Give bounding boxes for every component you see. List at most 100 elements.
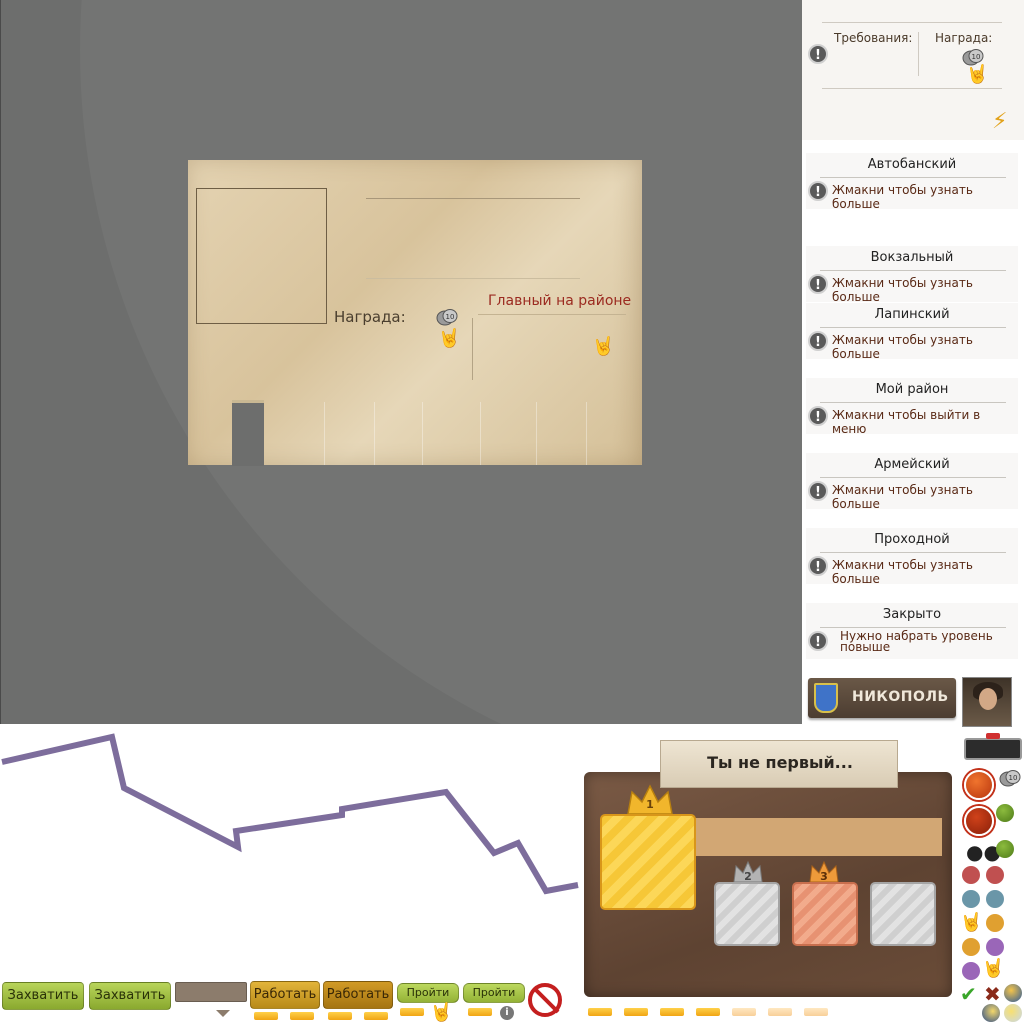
district-item-vokzalniy[interactable]: Вокзальный ! Жмакни чтобы узнать больше: [806, 246, 1018, 304]
first-place-tile: [600, 814, 696, 910]
district-item-lapinskiy[interactable]: Лапинский ! Жмакни чтобы узнать больше: [806, 303, 1018, 361]
district-item-closed[interactable]: Закрыто ! Нужно набрать уровень повыше: [806, 603, 1018, 659]
coin-icon: 10: [436, 309, 458, 326]
cross-icon: ✖: [984, 982, 1001, 1006]
progress-segment: [468, 1008, 492, 1016]
forbidden-icon: [528, 983, 562, 1017]
extra-place-tile: [870, 882, 936, 946]
orange-dot-icon: [962, 938, 980, 956]
info-icon[interactable]: i: [500, 1006, 514, 1020]
district-name: Вокзальный: [870, 250, 954, 265]
city-name: НИКОПОЛЬ: [852, 689, 949, 705]
progress-segment: [624, 1008, 648, 1016]
torn-tab-hole: [232, 400, 264, 466]
podium-title-plate: Ты не первый...: [660, 740, 898, 788]
purple-dot-icon: [986, 938, 1004, 956]
work-button[interactable]: Работать: [250, 981, 320, 1009]
progress-segment: [588, 1008, 612, 1016]
district-item-moy-rayon[interactable]: Мой район ! Жмакни чтобы выйти в меню: [806, 378, 1018, 436]
pass-button-hover[interactable]: Пройти: [463, 983, 525, 1003]
district-desc: Жмакни чтобы узнать больше: [832, 276, 973, 304]
svg-text:10: 10: [446, 313, 455, 321]
district-desc: Жмакни чтобы узнать больше: [832, 183, 973, 211]
exclamation-icon: !: [808, 556, 828, 576]
district-notice-paper: Награда: 10 🤘 Главный на районе 🤘: [188, 160, 642, 466]
requirements-panel: Требования: Награда: ! 10 🤘 ⚡: [802, 0, 1024, 140]
blue-dot-icon: [962, 890, 980, 908]
district-name: Закрыто: [882, 607, 942, 622]
title-line: [366, 198, 580, 199]
exclamation-icon: !: [808, 274, 828, 294]
speech-bubble-graphic: [175, 982, 247, 1017]
podium-title: Ты не первый...: [707, 753, 853, 772]
city-crest-icon: [814, 683, 838, 713]
city-name-plate[interactable]: НИКОПОЛЬ: [808, 678, 956, 718]
progress-segment: [804, 1008, 828, 1016]
district-desc: Жмакни чтобы узнать больше: [832, 333, 973, 361]
progress-segment: [660, 1008, 684, 1016]
progress-segment: [732, 1008, 756, 1016]
sun-icon: [1004, 1004, 1022, 1022]
reward-label: Награда:: [334, 308, 406, 326]
capture-button-hover[interactable]: Захватить: [89, 982, 171, 1010]
day-night-icon: [1004, 984, 1022, 1002]
district-desc: Нужно набрать уровень повыше: [840, 629, 993, 654]
exclamation-icon: !: [808, 631, 828, 651]
third-place-tile: [792, 882, 858, 946]
district-name: Армейский: [874, 457, 950, 472]
check-icon: ✔: [960, 982, 977, 1006]
exclamation-icon: !: [808, 406, 828, 426]
player-name-strip: [694, 818, 942, 856]
progress-segment: [768, 1008, 792, 1016]
second-place-tile: [714, 882, 780, 946]
rock-hand-icon: 🤘: [960, 912, 983, 933]
rock-hand-icon: 🤘: [430, 1002, 453, 1023]
district-name: Лапинский: [874, 307, 950, 322]
requirements-label: Требования:: [834, 31, 913, 45]
dark-button-graphic: [964, 738, 1022, 760]
photo-frame: [196, 188, 327, 324]
blue-dot-icon: [986, 890, 1004, 908]
district-item-avtobanskiy[interactable]: Автобанский ! Жмакни чтобы узнать больше: [806, 153, 1018, 211]
district-name: Автобанский: [867, 157, 957, 172]
district-item-armeyskiy[interactable]: Армейский ! Жмакни чтобы узнать больше: [806, 453, 1018, 511]
red-dot-icon: [962, 866, 980, 884]
coin-icon: 10: [999, 770, 1021, 787]
orange-dot-icon: [986, 914, 1004, 932]
bolt-icon: ⚡: [992, 109, 1008, 134]
rock-hand-icon: 🤘: [982, 958, 1005, 979]
progress-segment: [328, 1012, 352, 1020]
district-name: Проходной: [874, 532, 950, 547]
district-desc: Жмакни чтобы узнать больше: [832, 483, 973, 511]
map-viewport: Награда: 10 🤘 Главный на районе 🤘: [0, 0, 802, 724]
district-item-prohodnoy[interactable]: Проходной ! Жмакни чтобы узнать больше: [806, 528, 1018, 586]
rock-hand-icon: 🤘: [592, 336, 615, 357]
exclamation-icon: !: [808, 481, 828, 501]
moon-icon: [982, 1004, 1000, 1022]
exclamation-icon[interactable]: !: [808, 44, 828, 64]
rock-hand-icon: 🤘: [966, 64, 989, 85]
work-button-pressed[interactable]: Работать: [323, 981, 393, 1009]
district-desc: Жмакни чтобы узнать больше: [832, 558, 973, 586]
district-sidebar: Требования: Награда: ! 10 🤘 ⚡ Автобански…: [802, 0, 1024, 724]
green-dot-icon: [996, 840, 1014, 858]
viewport-edge: [0, 0, 1, 724]
rock-hand-icon: 🤘: [438, 328, 461, 349]
purple-path-graphic: [1, 733, 579, 895]
purple-dot-icon: [962, 962, 980, 980]
green-dot-icon: [996, 804, 1014, 822]
capture-button[interactable]: Захватить: [2, 982, 84, 1010]
progress-segment: [290, 1012, 314, 1020]
pass-button[interactable]: Пройти: [397, 983, 459, 1003]
reward-label: Награда:: [935, 31, 993, 45]
exclamation-icon: !: [808, 331, 828, 351]
red-orb-icon: [964, 806, 994, 836]
red-dot-icon: [986, 866, 1004, 884]
exclamation-icon: !: [808, 181, 828, 201]
subtitle-line: [366, 278, 580, 279]
reward-title: Главный на районе: [488, 293, 632, 309]
progress-segment: [400, 1008, 424, 1016]
avatar[interactable]: [962, 677, 1012, 727]
svg-text:10: 10: [1009, 774, 1018, 782]
district-name: Мой район: [875, 382, 949, 397]
